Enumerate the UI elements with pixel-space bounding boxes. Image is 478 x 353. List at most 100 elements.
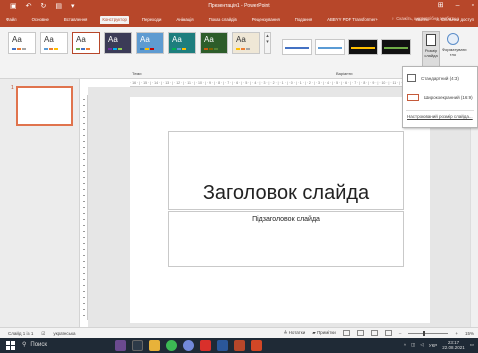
theme-organic[interactable]: Аа — [232, 32, 260, 54]
status-bar: Слайд 1 із 1 ☑ українська ≙ Нотатки ▰ Пр… — [0, 327, 478, 338]
ruler-tick — [83, 261, 85, 262]
variants-gallery — [282, 39, 411, 55]
notifications-icon[interactable]: ▭ — [470, 342, 474, 348]
clock-date: 22.08.2021 — [442, 345, 465, 350]
theme-color-stripe — [86, 48, 90, 50]
sign-in-link[interactable]: Увійти — [415, 16, 428, 24]
ruler-tick — [83, 207, 85, 208]
tab-abbyy[interactable]: ABBYY PDF Transformer+ — [325, 16, 380, 24]
language-indicator[interactable]: українська — [53, 331, 75, 337]
ruler-tick — [83, 153, 85, 154]
variant-4[interactable] — [381, 39, 411, 55]
theme-color-stripe — [81, 48, 85, 50]
reading-view-icon[interactable] — [370, 330, 378, 336]
ruler-tick — [83, 99, 85, 100]
theme-color-stripe — [49, 48, 53, 50]
variant-stripe — [384, 47, 408, 49]
format-background-icon — [447, 33, 459, 45]
task-view-icon[interactable] — [132, 340, 143, 351]
maximize-icon[interactable]: ▫ — [472, 1, 474, 11]
ruler-tick — [83, 105, 85, 106]
themes-more-button[interactable]: ▴ ▾ — [264, 32, 271, 54]
subtitle-placeholder[interactable]: Підзаголовок слайда — [168, 211, 404, 267]
tab-design[interactable]: Конструктор — [100, 16, 129, 24]
menu-item-widescreen[interactable]: Широкоекранний (16:9) — [407, 94, 473, 101]
theme-color-stripe — [204, 48, 208, 50]
powerpoint-icon[interactable] — [234, 340, 245, 351]
tab-transitions[interactable]: Переходи — [140, 16, 163, 24]
user-avatar-icon[interactable] — [115, 340, 126, 351]
clock[interactable]: 23:17 22.08.2021 — [442, 340, 465, 350]
variant-3[interactable] — [348, 39, 378, 55]
system-tray: ^ ◫ ◁ УКР 23:17 22.08.2021 ▭ — [404, 340, 474, 350]
theme-color-stripe — [113, 48, 117, 50]
ruler-tick — [83, 297, 85, 298]
zoom-slider[interactable] — [408, 330, 449, 336]
status-left: Слайд 1 із 1 ☑ українська — [8, 331, 76, 337]
tab-animations[interactable]: Анімація — [174, 16, 195, 24]
ruler-tick — [83, 267, 85, 268]
ruler-tick — [83, 237, 85, 238]
chrome-icon[interactable] — [166, 340, 177, 351]
discord-icon[interactable] — [183, 340, 194, 351]
theme-office-2[interactable]: Аа — [40, 32, 68, 54]
tab-file[interactable]: Файл — [4, 16, 19, 24]
vertical-ruler — [80, 95, 88, 320]
zoom-in-icon[interactable]: + — [455, 331, 458, 336]
notes-button[interactable]: ≙ Нотатки — [284, 330, 306, 336]
minimize-icon[interactable]: – — [456, 1, 460, 11]
slide-show-view-icon[interactable] — [384, 330, 392, 336]
theme-wisp[interactable]: Аа — [200, 32, 228, 54]
normal-view-icon[interactable] — [342, 330, 350, 336]
slide-size-button[interactable]: Розмір слайда — [422, 31, 440, 67]
slide-thumbnail[interactable] — [16, 86, 73, 126]
tab-view[interactable]: Подання — [293, 16, 314, 24]
theme-color-stripe — [246, 48, 250, 50]
theme-retrospect[interactable]: Аа — [136, 32, 164, 54]
acrobat-icon[interactable] — [200, 340, 211, 351]
windows-taskbar: ⚲ Поиск ^ ◫ ◁ УКР 23:17 22.08.2021 ▭ — [0, 338, 478, 353]
document-title: Презентація1 - PowerPoint — [208, 3, 270, 9]
menu-item-custom-size[interactable]: Настроюваний розмір слайда... — [407, 114, 473, 119]
windows-start-icon[interactable] — [6, 341, 15, 350]
tab-slide-show[interactable]: Показ слайдів — [207, 16, 239, 24]
slide-sorter-view-icon[interactable] — [356, 330, 364, 336]
network-icon[interactable]: ◫ — [411, 342, 415, 348]
comments-button[interactable]: ▰ Примітки — [312, 330, 336, 336]
taskbar-search[interactable]: ⚲ Поиск — [22, 341, 47, 349]
tab-insert[interactable]: Вставлення — [62, 16, 89, 24]
share-button[interactable]: ♙ Спільний доступ — [436, 16, 474, 24]
theme-color-stripe — [177, 48, 181, 50]
ruler-tick — [83, 135, 85, 136]
tray-chevron-up-icon[interactable]: ^ — [404, 343, 406, 348]
ruler-tick — [83, 147, 85, 148]
theme-facet[interactable]: Аа — [72, 32, 100, 54]
ribbon-display-options-icon[interactable]: ⊞ — [438, 1, 444, 11]
format-background-button[interactable]: Форматувати тло — [442, 31, 467, 67]
slide-size-menu: Стандартний (4:3) Широкоекранний (16:9) … — [402, 66, 478, 128]
zoom-out-icon[interactable]: – — [399, 331, 402, 336]
pdf-app-icon[interactable] — [251, 340, 262, 351]
file-explorer-icon[interactable] — [149, 340, 160, 351]
title-placeholder[interactable]: Заголовок слайда — [168, 131, 404, 210]
tray-language[interactable]: УКР — [429, 343, 437, 348]
theme-color-stripe — [118, 48, 122, 50]
theme-ion[interactable]: Аа — [104, 32, 132, 54]
theme-slice[interactable]: Аа — [168, 32, 196, 54]
zoom-level[interactable]: 15% — [465, 331, 474, 336]
title-bar: ▣ ↶ ↻ ▤ ▾ Презентація1 - PowerPoint ⊞ – … — [0, 0, 478, 13]
volume-icon[interactable]: ◁ — [420, 342, 423, 348]
spellcheck-icon[interactable]: ☑ — [41, 331, 45, 337]
theme-color-stripe — [241, 48, 245, 50]
theme-sample-text: Аа — [44, 35, 54, 44]
person-icon: ♙ — [435, 17, 440, 22]
word-icon[interactable] — [217, 340, 228, 351]
variant-2[interactable] — [315, 39, 345, 55]
menu-item-standard[interactable]: Стандартний (4:3) — [407, 74, 459, 82]
zoom-slider-thumb[interactable] — [423, 330, 426, 336]
ruler-tick — [83, 303, 85, 304]
theme-office[interactable]: Аа — [8, 32, 36, 54]
tab-review[interactable]: Рецензування — [250, 16, 282, 24]
tab-home[interactable]: Основне — [30, 16, 51, 24]
variant-1[interactable] — [282, 39, 312, 55]
